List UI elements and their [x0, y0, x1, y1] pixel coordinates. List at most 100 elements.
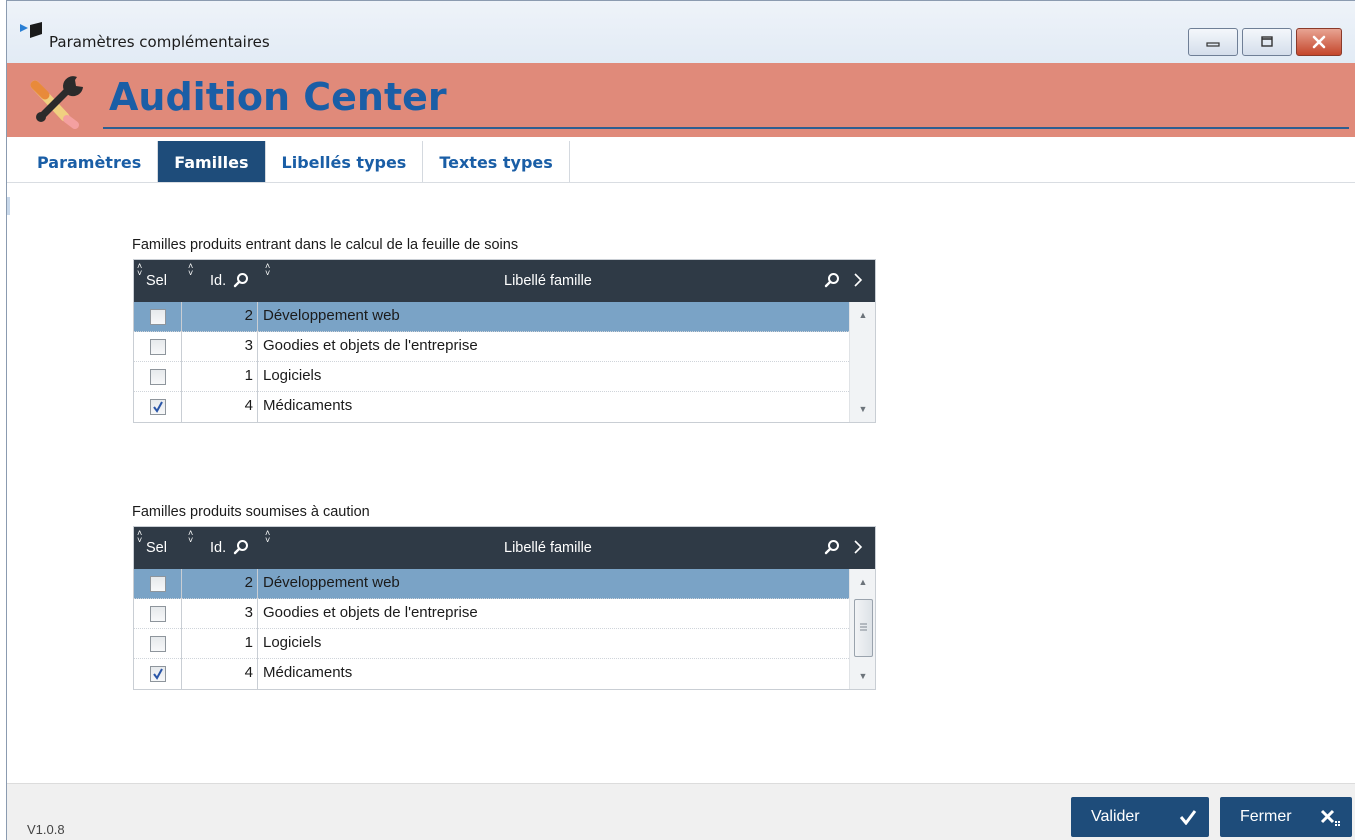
sort-libelle-icon[interactable]: ˄ ˅	[265, 529, 270, 545]
table-row[interactable]: 1 Logiciels	[134, 629, 875, 659]
row-id: 4	[182, 659, 258, 689]
row-libelle: Goodies et objets de l'entreprise	[263, 337, 478, 354]
row-select-cell	[134, 302, 182, 332]
scroll-down-icon[interactable]: ▼	[850, 667, 876, 685]
grid1-scrollbar[interactable]: ▲ ▼	[849, 302, 875, 422]
row-checkbox[interactable]	[149, 309, 166, 325]
close-label: Fermer	[1240, 808, 1292, 825]
grid1-caption: Familles produits entrant dans le calcul…	[132, 237, 519, 253]
minimize-icon	[1206, 42, 1220, 47]
grid2-header: ˄ ˅ Sel ˄ ˅ Id. ˄ ˅ Libellé famille	[134, 527, 875, 569]
sort-id-icon[interactable]: ˄ ˅	[188, 262, 193, 278]
header-libelle[interactable]: Libellé famille	[504, 527, 592, 569]
scroll-thumb[interactable]	[854, 599, 873, 657]
table-row[interactable]: 1 Logiciels	[134, 362, 875, 392]
row-select-cell	[134, 392, 182, 422]
grid2-scrollbar[interactable]: ▲ ▼	[849, 569, 875, 689]
window-title: Paramètres complémentaires	[49, 33, 270, 51]
checkmark-icon	[152, 401, 163, 413]
row-checkbox[interactable]	[149, 666, 166, 682]
maximize-button[interactable]	[1242, 28, 1292, 56]
footer-bar: V1.0.8 Valider Fermer	[7, 783, 1355, 840]
header-libelle[interactable]: Libellé famille	[504, 260, 592, 302]
banner-underline	[103, 127, 1349, 129]
tab-bar: Paramètres Familles Libellés types Texte…	[21, 141, 570, 183]
row-id: 2	[182, 569, 258, 599]
tab-libelles-types[interactable]: Libellés types	[265, 141, 424, 183]
row-select-cell	[134, 362, 182, 392]
minimize-button[interactable]	[1188, 28, 1238, 56]
grid2-caption: Familles produits soumises à caution	[132, 504, 370, 520]
app-banner: Audition Center	[7, 63, 1355, 137]
tab-familles[interactable]: Familles	[158, 141, 266, 183]
table-row[interactable]: 3 Goodies et objets de l'entreprise	[134, 599, 875, 629]
table-row[interactable]: 4 Médicaments	[134, 659, 875, 689]
scroll-up-icon[interactable]: ▲	[850, 306, 876, 324]
grid1-body: 2 Développement web 3 Goodies et objets …	[134, 302, 875, 422]
grid1-header: ˄ ˅ Sel ˄ ˅ Id. ˄ ˅ Libellé famille	[134, 260, 875, 302]
tools-icon	[30, 76, 83, 129]
row-select-cell	[134, 599, 182, 629]
table-row[interactable]: 2 Développement web	[134, 569, 875, 599]
search-id-icon[interactable]	[233, 539, 249, 555]
row-libelle: Goodies et objets de l'entreprise	[263, 604, 478, 621]
sort-id-icon[interactable]: ˄ ˅	[188, 529, 193, 545]
row-select-cell	[134, 332, 182, 362]
sort-sel-icon[interactable]: ˄ ˅	[137, 529, 142, 545]
row-select-cell	[134, 659, 182, 689]
chevron-right-icon[interactable]	[850, 272, 866, 288]
scroll-down-icon[interactable]: ▼	[850, 400, 876, 418]
tab-textes-types[interactable]: Textes types	[423, 141, 570, 183]
sort-libelle-icon[interactable]: ˄ ˅	[265, 262, 270, 278]
version-label: V1.0.8	[27, 822, 65, 837]
tab-parametres[interactable]: Paramètres	[21, 141, 159, 183]
row-libelle: Développement web	[263, 307, 400, 324]
app-title: Audition Center	[109, 75, 447, 119]
row-id: 1	[182, 362, 258, 392]
sort-sel-icon[interactable]: ˄ ˅	[137, 262, 142, 278]
close-window-button[interactable]	[1296, 28, 1342, 56]
header-id[interactable]: Id.	[210, 260, 226, 302]
validate-label: Valider	[1091, 808, 1140, 825]
grip-icon	[860, 623, 867, 631]
tab-divider	[7, 182, 1355, 183]
close-icon	[1312, 35, 1326, 49]
row-id: 3	[182, 332, 258, 362]
app-logo-icon	[20, 22, 42, 38]
maximize-icon	[1261, 36, 1273, 47]
row-checkbox[interactable]	[149, 399, 166, 415]
grid-familles-caution: ˄ ˅ Sel ˄ ˅ Id. ˄ ˅ Libellé famille 2 Dével…	[133, 526, 876, 690]
row-libelle: Médicaments	[263, 397, 353, 414]
grid2-body: 2 Développement web 3 Goodies et objets …	[134, 569, 875, 689]
table-row[interactable]: 2 Développement web	[134, 302, 875, 332]
table-row[interactable]: 3 Goodies et objets de l'entreprise	[134, 332, 875, 362]
checkmark-icon	[1179, 810, 1197, 825]
table-row[interactable]: 4 Médicaments	[134, 392, 875, 422]
title-bar: Paramètres complémentaires	[7, 1, 1355, 63]
window: Paramètres complémentaires Audition Cent…	[6, 0, 1355, 840]
validate-button[interactable]: Valider	[1071, 797, 1209, 837]
row-id: 2	[182, 302, 258, 332]
header-sel[interactable]: Sel	[146, 260, 167, 302]
chevron-right-icon[interactable]	[850, 539, 866, 555]
search-libelle-icon[interactable]	[824, 539, 840, 555]
row-id: 1	[182, 629, 258, 659]
search-libelle-icon[interactable]	[824, 272, 840, 288]
row-select-cell	[134, 569, 182, 599]
header-id[interactable]: Id.	[210, 527, 226, 569]
search-id-icon[interactable]	[233, 272, 249, 288]
header-sel[interactable]: Sel	[146, 527, 167, 569]
scroll-up-icon[interactable]: ▲	[850, 573, 876, 591]
row-checkbox[interactable]	[149, 606, 166, 622]
row-checkbox[interactable]	[149, 636, 166, 652]
side-marker	[7, 197, 10, 215]
row-checkbox[interactable]	[149, 576, 166, 592]
close-button[interactable]: Fermer	[1220, 797, 1352, 837]
row-libelle: Logiciels	[263, 367, 322, 384]
row-libelle: Développement web	[263, 574, 400, 591]
row-select-cell	[134, 629, 182, 659]
row-id: 3	[182, 599, 258, 629]
row-checkbox[interactable]	[149, 369, 166, 385]
window-controls	[1188, 28, 1342, 56]
row-checkbox[interactable]	[149, 339, 166, 355]
